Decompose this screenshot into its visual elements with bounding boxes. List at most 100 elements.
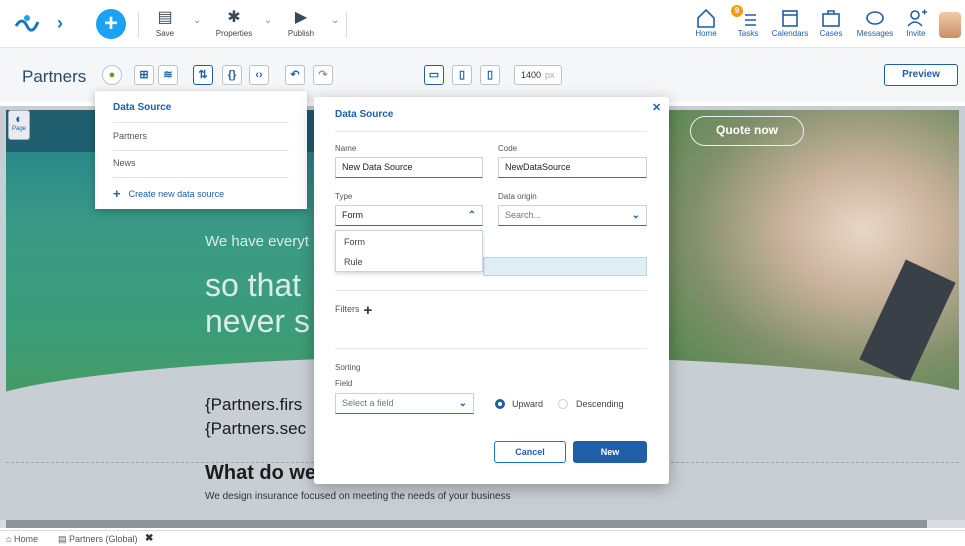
dialog-divider xyxy=(335,348,647,349)
page-width-input[interactable]: 1400 px xyxy=(514,65,562,85)
merge-field-1: {Partners.firs xyxy=(205,395,303,414)
nav-calendars-label: Calendars xyxy=(771,29,809,38)
layers-icon[interactable]: ≋ xyxy=(158,65,178,85)
close-icon[interactable]: ✕ xyxy=(652,101,661,114)
properties-button[interactable]: ✱ Properties xyxy=(212,7,256,38)
type-label: Type xyxy=(335,192,353,201)
code-field[interactable]: NewDataSource xyxy=(498,157,647,178)
save-dropdown-icon[interactable]: ⌄ xyxy=(193,15,201,26)
code-label: Code xyxy=(498,144,518,153)
quote-now-button[interactable]: Quote now xyxy=(690,116,804,146)
type-options-list: Form Rule xyxy=(335,230,483,272)
nav-invite-label: Invite xyxy=(906,29,926,38)
data-source-menu: Data Source Partners News + Create new da… xyxy=(95,91,307,209)
dialog-divider xyxy=(335,290,647,291)
nav-home[interactable]: Home xyxy=(691,7,721,38)
menu-divider xyxy=(113,150,289,151)
close-icon[interactable]: ✖ xyxy=(145,533,153,544)
properties-label: Properties xyxy=(215,29,253,38)
add-button[interactable]: + xyxy=(96,9,126,39)
publish-dropdown-icon[interactable]: ⌄ xyxy=(331,15,339,26)
data-source-item-news[interactable]: News xyxy=(113,158,136,168)
home-icon: ⌂ xyxy=(6,534,12,544)
nav-cases-label: Cases xyxy=(819,29,843,38)
type-option-rule[interactable]: Rule xyxy=(344,257,363,267)
desktop-view-icon[interactable]: ▭ xyxy=(424,65,444,85)
chevron-down-icon: ⌄ xyxy=(631,210,640,221)
briefcase-icon xyxy=(822,10,840,27)
upward-radio[interactable] xyxy=(495,399,505,409)
redo-icon[interactable]: ↷ xyxy=(313,65,333,85)
section-heading: What do we xyxy=(205,462,317,484)
palette-icon: ◐ xyxy=(15,111,23,126)
chat-bubble-icon xyxy=(866,11,884,25)
data-source-icon[interactable]: ⇅ xyxy=(193,65,213,85)
plus-icon: + xyxy=(113,186,121,201)
upward-label: Upward xyxy=(512,399,544,409)
nav-tasks[interactable]: 9 Tasks xyxy=(731,5,763,38)
top-toolbar: › + ▤ Save ⌄ ✱ Properties ⌄ ▶ Publish ⌄ … xyxy=(0,0,965,48)
status-dot-icon[interactable]: ● xyxy=(102,65,122,85)
nav-calendars[interactable]: Calendars xyxy=(770,7,810,38)
palette-label: Page xyxy=(11,126,26,132)
avatar[interactable] xyxy=(939,12,961,38)
toolbar-divider xyxy=(138,12,139,38)
tasks-badge: 9 xyxy=(731,5,743,17)
tablet-view-icon[interactable]: ▯ xyxy=(452,65,472,85)
mobile-view-icon[interactable]: ▯ xyxy=(480,65,500,85)
hero-text-2: so that xyxy=(205,267,302,303)
nav-invite[interactable]: Invite xyxy=(902,7,930,38)
cancel-button[interactable]: Cancel xyxy=(494,441,566,463)
publish-label: Publish xyxy=(287,29,315,38)
data-origin-label: Data origin xyxy=(498,192,537,201)
tab-home[interactable]: ⌂ Home xyxy=(6,534,38,544)
chevron-right-icon[interactable]: › xyxy=(57,13,63,34)
create-data-source-link[interactable]: + Create new data source xyxy=(113,186,224,201)
horizontal-scrollbar[interactable] xyxy=(6,520,927,528)
data-origin-select[interactable]: Search... ⌄ xyxy=(498,205,647,226)
tab-home-label: Home xyxy=(13,534,38,544)
data-source-item-partners[interactable]: Partners xyxy=(113,131,147,141)
descending-radio[interactable] xyxy=(558,399,568,409)
chevron-down-icon: ⌄ xyxy=(458,398,467,409)
code-icon[interactable]: ‹› xyxy=(249,65,269,85)
toolbar-divider xyxy=(346,12,347,38)
undo-icon[interactable]: ↶ xyxy=(285,65,305,85)
palette-button[interactable]: ◐ Page xyxy=(8,110,30,140)
save-button[interactable]: ▤ Save xyxy=(148,7,182,38)
add-filter-icon[interactable]: + xyxy=(364,302,373,319)
add-user-icon xyxy=(907,9,927,27)
data-source-menu-header: Data Source xyxy=(113,102,172,113)
new-button[interactable]: New xyxy=(573,441,647,463)
app-logo-icon[interactable] xyxy=(12,12,42,36)
hero-text-1: We have everyt xyxy=(205,233,309,250)
sort-field-placeholder: Select a field xyxy=(342,398,394,408)
preview-button[interactable]: Preview xyxy=(884,64,958,86)
hero-text-3: never s xyxy=(205,303,310,339)
nav-messages[interactable]: Messages xyxy=(855,7,895,38)
descending-label: Descending xyxy=(576,399,624,409)
type-select-value: Form xyxy=(342,210,363,220)
menu-divider xyxy=(113,122,289,123)
publish-button[interactable]: ▶ Publish xyxy=(284,7,318,38)
type-select[interactable]: Form ⌃ xyxy=(335,205,483,226)
dialog-divider xyxy=(335,131,647,132)
save-icon: ▤ xyxy=(157,9,173,26)
play-icon: ▶ xyxy=(294,9,308,26)
page-title: Partners xyxy=(22,67,87,86)
data-source-dialog: Data Source ✕ Name New Data Source Code … xyxy=(314,97,669,484)
properties-dropdown-icon[interactable]: ⌄ xyxy=(264,15,272,26)
braces-icon[interactable]: {} xyxy=(222,65,242,85)
grid-icon[interactable]: ⊞ xyxy=(134,65,154,85)
section-subtext: We design insurance focused on meeting t… xyxy=(205,491,511,502)
tab-partners[interactable]: ▤ Partners (Global) xyxy=(58,534,138,545)
obscured-field[interactable] xyxy=(483,257,647,276)
name-field[interactable]: New Data Source xyxy=(335,157,483,178)
page-icon: ▤ xyxy=(58,534,67,544)
chevron-up-icon: ⌃ xyxy=(467,210,476,221)
nav-home-label: Home xyxy=(695,29,717,38)
name-label: Name xyxy=(335,144,357,153)
sort-field-select[interactable]: Select a field ⌄ xyxy=(335,393,474,414)
nav-cases[interactable]: Cases xyxy=(817,7,845,38)
type-option-form[interactable]: Form xyxy=(344,237,365,247)
